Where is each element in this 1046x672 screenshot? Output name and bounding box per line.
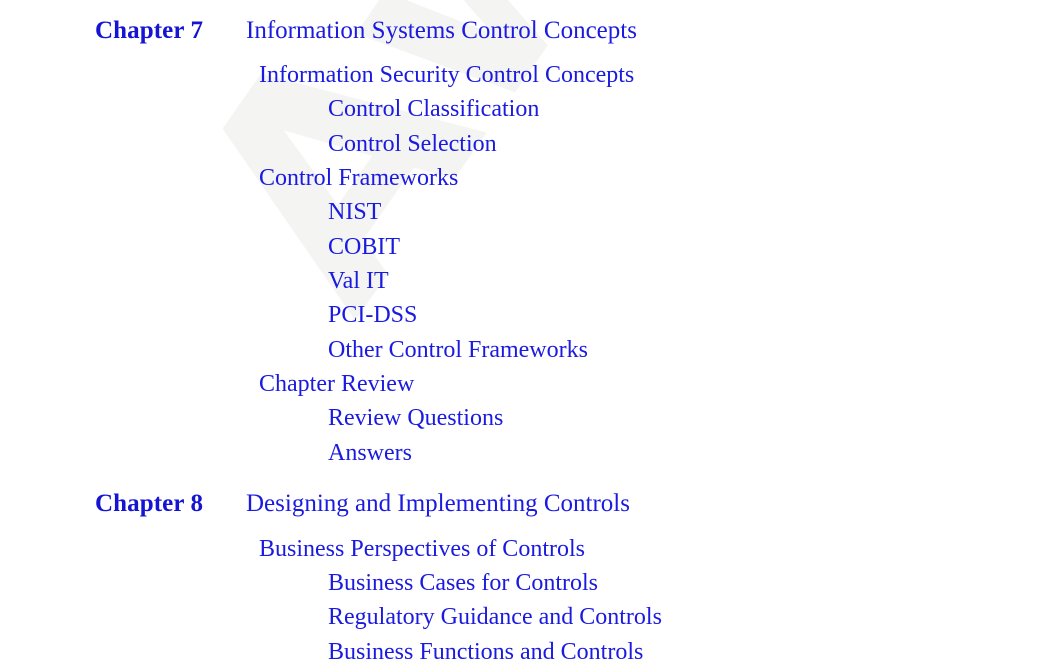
toc-entry-level-1[interactable]: Control Frameworks	[259, 166, 458, 190]
toc-entry-level-1[interactable]: Chapter Review	[259, 372, 414, 396]
toc-entry-level-2[interactable]: Business Functions and Controls	[328, 640, 643, 664]
toc-entry-level-2[interactable]: NIST	[328, 200, 381, 224]
toc-entry-level-2[interactable]: Other Control Frameworks	[328, 338, 588, 362]
toc-entry-level-2[interactable]: Control Classification	[328, 97, 539, 121]
toc-entry-level-2[interactable]: Val IT	[328, 269, 389, 293]
toc-entry-level-2[interactable]: PCI-DSS	[328, 303, 417, 327]
toc-entry-level-1[interactable]: Business Perspectives of Controls	[259, 537, 585, 561]
chapter-label[interactable]: Chapter 7	[95, 18, 203, 43]
toc-entry-level-2[interactable]: Answers	[328, 441, 412, 465]
chapter-label[interactable]: Chapter 8	[95, 491, 203, 516]
toc-entry-level-2[interactable]: Control Selection	[328, 132, 497, 156]
toc-entry-level-2[interactable]: Regulatory Guidance and Controls	[328, 605, 662, 629]
toc-entry-level-2[interactable]: COBIT	[328, 235, 400, 259]
toc-entry-level-2[interactable]: Review Questions	[328, 406, 503, 430]
chapter-title[interactable]: Designing and Implementing Controls	[246, 491, 630, 516]
toc-entry-level-1[interactable]: Information Security Control Concepts	[259, 63, 634, 87]
table-of-contents: Chapter 7 Information Systems Control Con…	[0, 0, 1046, 672]
document-page: Away Chapter 7Information Systems Contro…	[0, 0, 1046, 672]
toc-entry-level-2[interactable]: Business Cases for Controls	[328, 571, 598, 595]
chapter-title[interactable]: Information Systems Control Concepts	[246, 18, 637, 43]
